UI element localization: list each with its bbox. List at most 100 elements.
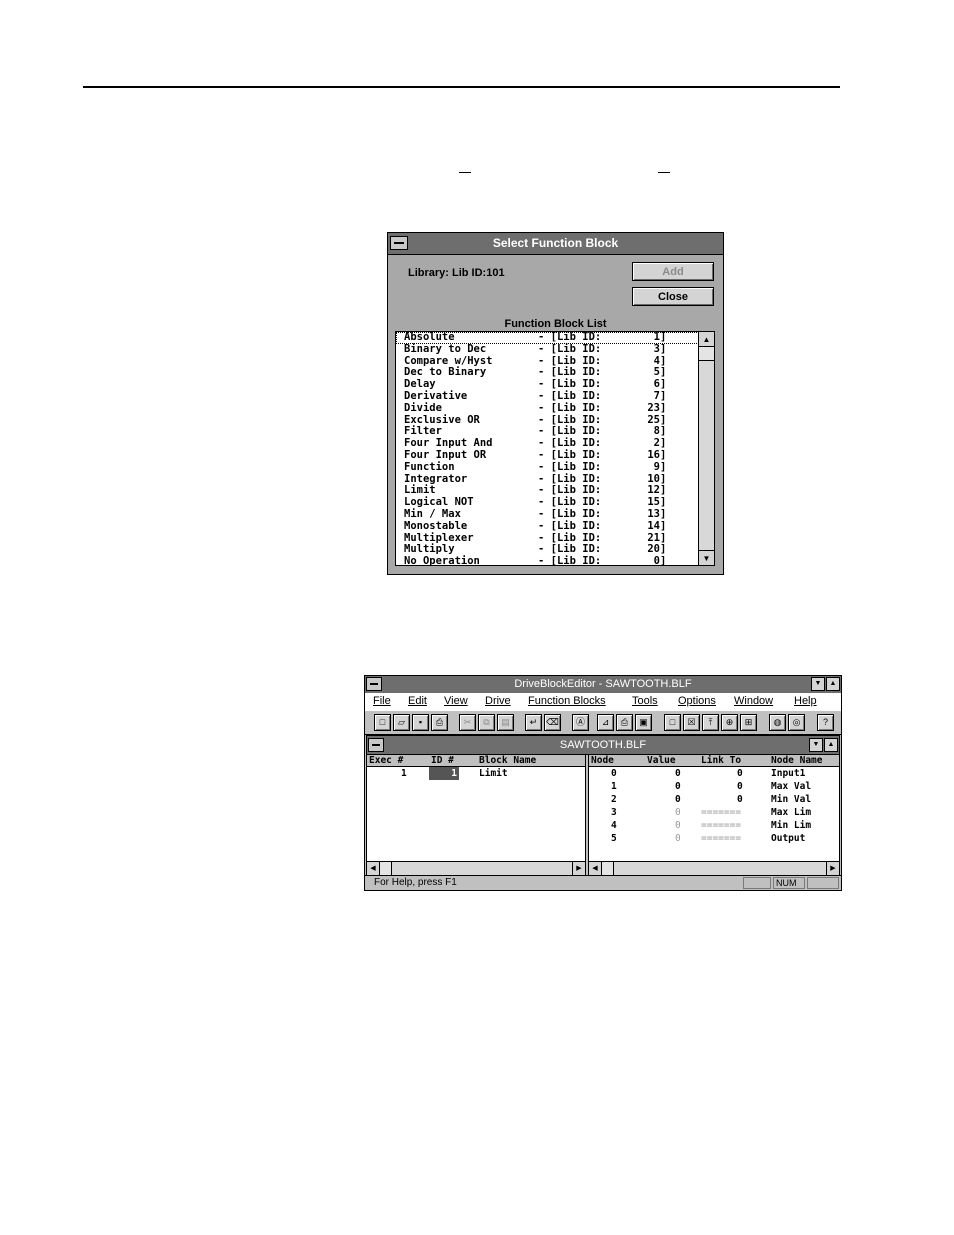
block-up-icon[interactable]: ⤒ <box>702 714 719 731</box>
node-link: 0 <box>737 781 743 792</box>
scroll-thumb[interactable] <box>602 862 614 875</box>
scroll-down-icon[interactable]: ▼ <box>699 550 714 565</box>
block-add-icon[interactable]: ⊕ <box>721 714 738 731</box>
horizontal-scrollbar[interactable]: ◀ ▶ <box>367 861 585 875</box>
add-button[interactable]: Add <box>632 262 714 281</box>
header-block-name: Block Name <box>479 755 537 766</box>
drive-block-editor-window: DriveBlockEditor - SAWTOOTH.BLF ▼ ▲ File… <box>364 675 842 891</box>
list-item[interactable]: Binary to Dec - [Lib ID: 3] <box>396 342 699 356</box>
print-preview-icon[interactable]: ⎙ <box>616 714 633 731</box>
find-icon[interactable]: Ⓐ <box>572 714 589 731</box>
vertical-scrollbar[interactable]: ▲ ▼ <box>698 332 714 565</box>
open-folder-icon[interactable]: ▱ <box>393 714 410 731</box>
menu-edit[interactable]: Edit <box>408 695 427 707</box>
block-name: Function <box>404 460 455 473</box>
node-number: 3 <box>611 807 617 818</box>
help-icon[interactable]: ? <box>817 714 834 731</box>
upload-icon[interactable]: ◍ <box>769 714 786 731</box>
block-icon[interactable]: □ <box>664 714 681 731</box>
menu-options[interactable]: Options <box>678 695 716 707</box>
menu-help[interactable]: Help <box>794 695 817 707</box>
block-name: Binary to Dec <box>404 342 487 355</box>
list-item[interactable]: Min / Max - [Lib ID: 13] <box>396 507 699 521</box>
list-item[interactable]: Divide - [Lib ID: 23] <box>396 401 699 415</box>
minimize-icon[interactable]: ▼ <box>811 677 825 691</box>
document-title: SAWTOOTH.BLF <box>367 736 839 755</box>
table-row[interactable]: 4 0 ======= Min Lim <box>589 819 839 832</box>
scroll-up-icon[interactable]: ▲ <box>699 332 714 347</box>
print-icon[interactable]: ⎙ <box>431 714 448 731</box>
function-block-list[interactable]: Absolute - [Lib ID: 1] Binary to Dec - [Lib … <box>395 331 715 566</box>
scroll-right-icon[interactable]: ▶ <box>826 862 839 875</box>
header-id: ID # <box>431 755 454 766</box>
header-node: Node <box>591 755 614 766</box>
node-number: 1 <box>611 781 617 792</box>
menu-view[interactable]: View <box>444 695 468 707</box>
library-label: Library: Lib ID:101 <box>408 267 505 279</box>
document-minimize-icon[interactable]: ▼ <box>809 738 823 752</box>
table-row[interactable]: 3 0 ======= Max Lim <box>589 806 839 819</box>
node-value: 0 <box>675 807 681 818</box>
block-x-icon[interactable]: ☒ <box>683 714 700 731</box>
list-item[interactable]: No Operation - [Lib ID: 0] <box>396 555 699 565</box>
menu-tools[interactable]: Tools <box>632 695 658 707</box>
new-file-icon[interactable]: □ <box>374 714 391 731</box>
horizontal-scrollbar[interactable]: ◀ ▶ <box>589 861 839 875</box>
lib-id-prefix: - [Lib ID: <box>538 448 602 461</box>
block-plus-icon[interactable]: ⊞ <box>740 714 757 731</box>
menu-window[interactable]: Window <box>734 695 773 707</box>
menu-function-blocks[interactable]: Function Blocks <box>528 695 606 707</box>
document-system-menu-icon[interactable] <box>368 738 384 752</box>
system-menu-icon[interactable] <box>390 236 408 250</box>
text-underline-mark <box>658 172 670 173</box>
scroll-thumb[interactable] <box>380 862 392 875</box>
cut-icon[interactable]: ✂ <box>459 714 476 731</box>
paste-icon[interactable]: ▤ <box>497 714 514 731</box>
node-list-header: Node Value Link To Node Name <box>589 755 839 767</box>
lib-id-suffix: ] <box>660 507 667 520</box>
scroll-left-icon[interactable]: ◀ <box>367 862 380 875</box>
block-id[interactable]: 1 <box>429 767 459 780</box>
scroll-thumb[interactable] <box>699 347 714 361</box>
block-name: Monostable <box>404 519 468 532</box>
block-lib-id: 3 <box>653 342 660 355</box>
node-list-pane[interactable]: Node Value Link To Node Name 0 0 0 Input1 1 0… <box>589 755 839 875</box>
list-item[interactable]: Derivative - [Lib ID: 7] <box>396 389 699 403</box>
node-number: 5 <box>611 833 617 844</box>
copy-icon[interactable]: ⧉ <box>478 714 495 731</box>
block-lib-id: 23 <box>647 401 660 414</box>
lib-id-prefix: - [Lib ID: <box>538 519 602 532</box>
menu-file[interactable]: File <box>373 695 391 707</box>
node-name: Output <box>771 833 806 844</box>
maximize-icon[interactable]: ▲ <box>826 677 840 691</box>
insert-block-icon[interactable]: ↵ <box>525 714 542 731</box>
table-row[interactable]: 1 0 0 Max Val <box>589 780 839 793</box>
node-value: 0 <box>675 768 681 779</box>
save-icon[interactable]: ▪ <box>412 714 429 731</box>
node-value: 0 <box>675 781 681 792</box>
list-item[interactable]: Function - [Lib ID: 9] <box>396 460 699 474</box>
document-maximize-icon[interactable]: ▲ <box>824 738 838 752</box>
list-item[interactable]: Monostable - [Lib ID: 14] <box>396 519 699 533</box>
table-row[interactable]: 0 0 0 Input1 <box>589 767 839 780</box>
menu-drive[interactable]: Drive <box>485 695 511 707</box>
lib-id-suffix: ] <box>660 389 667 402</box>
lib-id-prefix: - [Lib ID: <box>538 342 602 355</box>
function-block-rows: Absolute - [Lib ID: 1] Binary to Dec - [Lib … <box>396 332 699 565</box>
delete-block-icon[interactable]: ⌫ <box>544 714 561 731</box>
list-item[interactable]: Four Input OR - [Lib ID: 16] <box>396 448 699 462</box>
node-value: 0 <box>675 820 681 831</box>
status-indicator-blank <box>743 877 771 889</box>
connect-icon[interactable]: ⊿ <box>597 714 614 731</box>
printer-icon[interactable]: ▣ <box>635 714 652 731</box>
table-row[interactable]: 5 0 ======= Output <box>589 832 839 845</box>
scroll-right-icon[interactable]: ▶ <box>572 862 585 875</box>
system-menu-icon[interactable] <box>366 677 382 691</box>
table-row[interactable]: 1 1 Limit <box>367 767 585 780</box>
table-row[interactable]: 2 0 0 Min Val <box>589 793 839 806</box>
scroll-left-icon[interactable]: ◀ <box>589 862 602 875</box>
close-button[interactable]: Close <box>632 287 714 306</box>
download-icon[interactable]: ◎ <box>788 714 805 731</box>
block-list-pane[interactable]: Exec # ID # Block Name 1 1 Limit ◀ ▶ <box>367 755 586 875</box>
lib-id-suffix: ] <box>660 448 667 461</box>
